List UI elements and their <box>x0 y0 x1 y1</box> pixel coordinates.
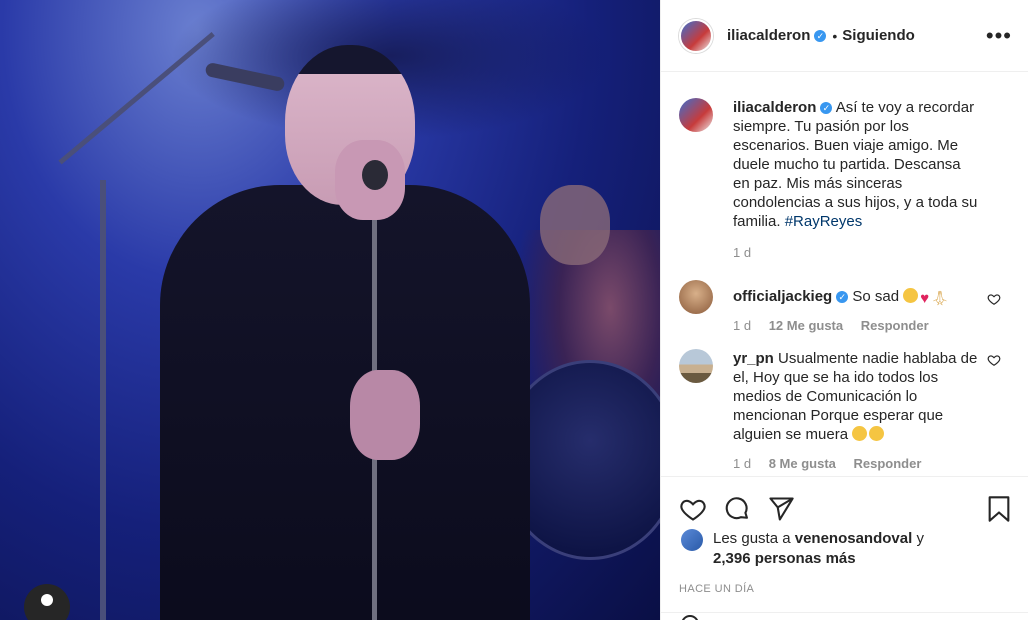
likes-conj: y <box>916 530 924 547</box>
caption-username[interactable]: iliacalderon <box>733 99 816 116</box>
comment-text: yr_pn Usualmente nadie hablaba de el, Ho… <box>733 349 978 444</box>
comment-username[interactable]: yr_pn <box>733 350 774 367</box>
comment-item: yr_pn Usualmente nadie hablaba de el, Ho… <box>679 349 1013 471</box>
praying-hands-emoji-icon: 🙏︎ <box>931 290 949 306</box>
photo-drummer <box>540 185 610 265</box>
likes-prefix: Les gusta a <box>713 530 791 547</box>
share-send-icon[interactable] <box>767 495 795 523</box>
post-timestamp[interactable]: HACE UN DÍA <box>661 569 1028 595</box>
post-header: iliacalderon ✓ • Siguiendo ••• <box>661 0 1028 72</box>
verified-badge-icon: ✓ <box>814 29 827 42</box>
post-footer: Les gusta a venenosandoval y 2,396 perso… <box>661 476 1028 620</box>
likes-text: Les gusta a venenosandoval y 2,396 perso… <box>713 529 924 569</box>
comment-bubble-icon[interactable] <box>723 495 751 523</box>
comment-input-bar[interactable] <box>661 612 1028 620</box>
photo-singer-body <box>160 185 530 620</box>
reply-button[interactable]: Responder <box>854 456 922 471</box>
author-username[interactable]: iliacalderon <box>727 27 810 44</box>
post-photo[interactable] <box>0 0 660 620</box>
comment-item: officialjackieg ✓ So sad ♥ 🙏︎ 1 d 12 Me gu… <box>679 280 1013 333</box>
hashtag-link[interactable]: #RayReyes <box>785 213 863 230</box>
like-heart-icon[interactable] <box>679 495 707 523</box>
tagged-user-icon[interactable] <box>24 584 70 620</box>
like-comment-heart-icon[interactable] <box>987 292 1001 306</box>
emoji-picker-icon[interactable] <box>681 615 699 620</box>
comment-body: So sad <box>852 288 900 305</box>
comment-avatar[interactable] <box>679 280 713 314</box>
action-bar <box>661 477 1028 529</box>
caption-avatar[interactable] <box>679 98 713 132</box>
likes-count[interactable]: 2,396 personas más <box>713 550 856 567</box>
caption: iliacalderon ✓ Así te voy a recordar siem… <box>679 98 1013 260</box>
liker-username[interactable]: venenosandoval <box>795 530 913 547</box>
comment-avatar[interactable] <box>679 349 713 383</box>
sad-face-emoji-icon <box>869 426 885 441</box>
caption-text: iliacalderon ✓ Así te voy a recordar siem… <box>733 98 978 231</box>
likes-summary: Les gusta a venenosandoval y 2,396 perso… <box>661 529 1028 569</box>
sad-face-emoji-icon <box>852 426 868 441</box>
save-bookmark-icon[interactable] <box>985 495 1013 523</box>
more-options-icon[interactable]: ••• <box>986 23 1012 49</box>
caption-meta: 1 d <box>733 245 978 260</box>
like-comment-heart-icon[interactable] <box>987 353 1001 367</box>
comment-text: officialjackieg ✓ So sad ♥ 🙏︎ <box>733 287 978 306</box>
photo-singer-hand-lower <box>350 370 420 460</box>
user-icon <box>41 594 53 606</box>
liker-avatar[interactable] <box>681 529 703 551</box>
comment-meta: 1 d 12 Me gusta Responder <box>733 318 978 333</box>
broken-heart-emoji-icon: ♥ <box>920 290 930 307</box>
comment-likes[interactable]: 8 Me gusta <box>769 456 836 471</box>
instagram-post-modal: iliacalderon ✓ • Siguiendo ••• iliacalde… <box>0 0 1028 620</box>
sad-face-emoji-icon <box>903 288 919 303</box>
comment-likes[interactable]: 12 Me gusta <box>769 318 843 333</box>
post-side-panel: iliacalderon ✓ • Siguiendo ••• iliacalde… <box>660 0 1028 620</box>
comment-time[interactable]: 1 d <box>733 456 751 471</box>
comment-username[interactable]: officialjackieg <box>733 288 832 305</box>
comment-time[interactable]: 1 d <box>733 318 751 333</box>
photo-mic-stand-left <box>100 180 106 620</box>
follow-status-button[interactable]: Siguiendo <box>842 27 915 44</box>
author-avatar[interactable] <box>679 18 713 53</box>
caption-time[interactable]: 1 d <box>733 245 751 260</box>
verified-badge-icon: ✓ <box>820 102 833 114</box>
verified-badge-icon: ✓ <box>836 291 849 303</box>
comment-meta: 1 d 8 Me gusta Responder <box>733 456 978 471</box>
caption-body: Así te voy a recordar siempre. Tu pasión… <box>733 99 978 230</box>
photo-microphone <box>362 160 388 190</box>
reply-button[interactable]: Responder <box>861 318 929 333</box>
separator-dot: • <box>832 27 838 44</box>
comments-list[interactable]: iliacalderon ✓ Así te voy a recordar siem… <box>661 84 1028 476</box>
